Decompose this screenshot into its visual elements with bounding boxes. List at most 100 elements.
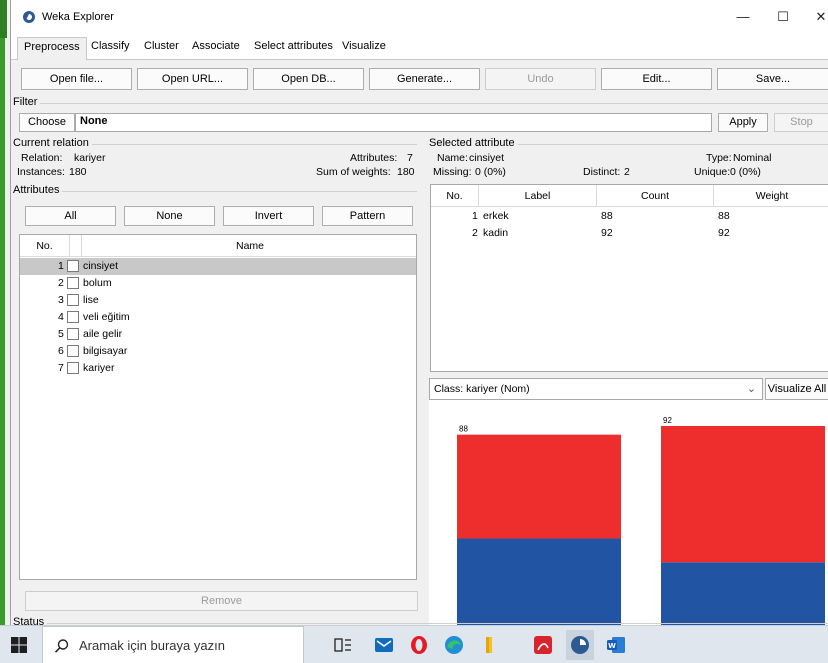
search-placeholder: Aramak için buraya yazın — [79, 638, 225, 653]
attribute-name: bilgisayar — [83, 345, 128, 357]
column-header-no[interactable]: No. — [20, 235, 70, 257]
svg-text:W: W — [608, 642, 616, 650]
sum-weights-label: Sum of weights: — [316, 166, 391, 178]
attribute-row[interactable]: 4 veli eğitim — [20, 309, 416, 326]
close-button[interactable]: ✕ — [806, 6, 828, 28]
open-db-button[interactable]: Open DB... — [253, 68, 364, 90]
select-all-button[interactable]: All — [25, 206, 116, 226]
bar-segment-erkek-upper — [457, 434, 621, 539]
mail-icon[interactable] — [374, 635, 394, 655]
tab-cluster[interactable]: Cluster — [144, 40, 179, 52]
attribute-checkbox[interactable] — [67, 311, 79, 323]
tab-bar: Preprocess Classify Cluster Associate Se… — [11, 34, 828, 60]
taskbar-search-box[interactable]: Aramak için buraya yazın — [42, 626, 304, 663]
choose-filter-button[interactable]: Choose — [19, 113, 75, 132]
attribute-checkbox[interactable] — [67, 277, 79, 289]
selected-name-value: cinsiyet — [469, 152, 505, 164]
column-header-label[interactable]: Label — [479, 185, 597, 207]
unique-label: Unique: — [694, 166, 731, 178]
attribute-name: lise — [83, 294, 99, 306]
tab-classify[interactable]: Classify — [91, 40, 130, 52]
minimize-button[interactable]: — — [728, 6, 758, 28]
attributes-section-title: Attributes — [13, 184, 63, 196]
attribute-name: kariyer — [83, 362, 115, 374]
attribute-name: aile gelir — [83, 328, 123, 340]
status-section-title: Status — [13, 616, 48, 625]
missing-label: Missing: — [433, 166, 472, 178]
sum-weights-value: 180 — [397, 166, 415, 178]
maximize-button[interactable]: ☐ — [768, 6, 798, 28]
attributes-count-label: Attributes: — [350, 152, 398, 164]
bar-value-label-kadin: 92 — [663, 416, 672, 425]
save-button[interactable]: Save... — [717, 68, 828, 90]
window-title: Weka Explorer — [42, 11, 114, 23]
class-attribute-select[interactable]: Class: kariyer (Nom) ⌄ — [429, 378, 763, 400]
attribute-checkbox[interactable] — [67, 345, 79, 357]
title-bar: Weka Explorer — ☐ ✕ — [11, 0, 828, 34]
file-explorer-icon[interactable] — [479, 635, 499, 655]
select-none-button[interactable]: None — [124, 206, 215, 226]
bar-segment-kadin-lower — [661, 562, 825, 625]
generate-button[interactable]: Generate... — [369, 68, 480, 90]
invert-button[interactable]: Invert — [223, 206, 314, 226]
column-header-name[interactable]: Name — [82, 235, 416, 257]
bar-value-label-erkek: 88 — [459, 425, 468, 434]
apply-button[interactable]: Apply — [718, 113, 768, 132]
attribute-name: veli eğitim — [83, 311, 130, 323]
weka-app-icon — [23, 11, 35, 23]
open-url-button[interactable]: Open URL... — [137, 68, 248, 90]
attributes-table: No. Name 1 cinsiyet 2 bolum 3 lise 4 vel… — [19, 234, 417, 580]
windows-taskbar: Aramak için buraya yazın W — [0, 625, 828, 663]
tab-preprocess[interactable]: Preprocess — [17, 37, 87, 60]
bar-segment-erkek-lower — [457, 538, 621, 625]
attribute-checkbox[interactable] — [67, 294, 79, 306]
label-row[interactable]: 2 kadin 92 92 — [431, 225, 828, 242]
remove-button[interactable]: Remove — [25, 591, 418, 611]
attribute-row[interactable]: 1 cinsiyet — [20, 258, 416, 275]
weka-taskbar-icon[interactable] — [570, 635, 590, 655]
attribute-checkbox[interactable] — [67, 362, 79, 374]
selected-name-label: Name: — [437, 152, 468, 164]
attribute-row[interactable]: 3 lise — [20, 292, 416, 309]
task-view-icon[interactable] — [333, 635, 353, 655]
pattern-button[interactable]: Pattern — [322, 206, 413, 226]
missing-value: 0 (0%) — [475, 166, 506, 178]
attributes-table-header: No. Name — [20, 235, 416, 257]
stop-button[interactable]: Stop — [774, 113, 828, 132]
column-header-weight[interactable]: Weight — [714, 185, 828, 207]
opera-browser-icon[interactable] — [409, 635, 429, 655]
tab-select-attributes[interactable]: Select attributes — [254, 40, 333, 52]
visualize-all-button[interactable]: Visualize All — [765, 378, 828, 400]
column-header-no[interactable]: No. — [431, 185, 479, 207]
current-relation-title: Current relation — [13, 137, 92, 149]
undo-button[interactable]: Undo — [485, 68, 596, 90]
open-file-button[interactable]: Open file... — [21, 68, 132, 90]
edge-browser-icon[interactable] — [444, 635, 464, 655]
attributes-count-value: 7 — [407, 152, 413, 164]
windows-start-icon[interactable] — [10, 636, 28, 654]
attribute-row[interactable]: 7 kariyer — [20, 360, 416, 377]
type-label: Type: — [706, 152, 732, 164]
acrobat-pdf-icon[interactable] — [533, 635, 553, 655]
attribute-row[interactable]: 2 bolum — [20, 275, 416, 292]
tab-associate[interactable]: Associate — [192, 40, 240, 52]
label-stats-table: No. Label Count Weight 1 erkek 88 88 2 k… — [430, 184, 828, 372]
chart-svg: 88 92 — [457, 416, 825, 625]
label-row[interactable]: 1 erkek 88 88 — [431, 208, 828, 225]
filter-field[interactable]: None — [75, 113, 712, 132]
distinct-label: Distinct: — [583, 166, 621, 178]
tab-visualize[interactable]: Visualize — [342, 40, 386, 52]
selected-attribute-title: Selected attribute — [429, 137, 518, 149]
type-value: Nominal — [733, 152, 772, 164]
attribute-name: bolum — [83, 277, 112, 289]
word-icon[interactable]: W — [606, 635, 626, 655]
bar-segment-kadin-upper — [661, 426, 825, 563]
attribute-row[interactable]: 5 aile gelir — [20, 326, 416, 343]
edit-button[interactable]: Edit... — [601, 68, 712, 90]
label-stats-header: No. Label Count Weight — [431, 185, 828, 207]
attribute-row[interactable]: 6 bilgisayar — [20, 343, 416, 360]
column-header-count[interactable]: Count — [597, 185, 714, 207]
distinct-value: 2 — [624, 166, 630, 178]
attribute-checkbox[interactable] — [67, 260, 79, 272]
attribute-checkbox[interactable] — [67, 328, 79, 340]
